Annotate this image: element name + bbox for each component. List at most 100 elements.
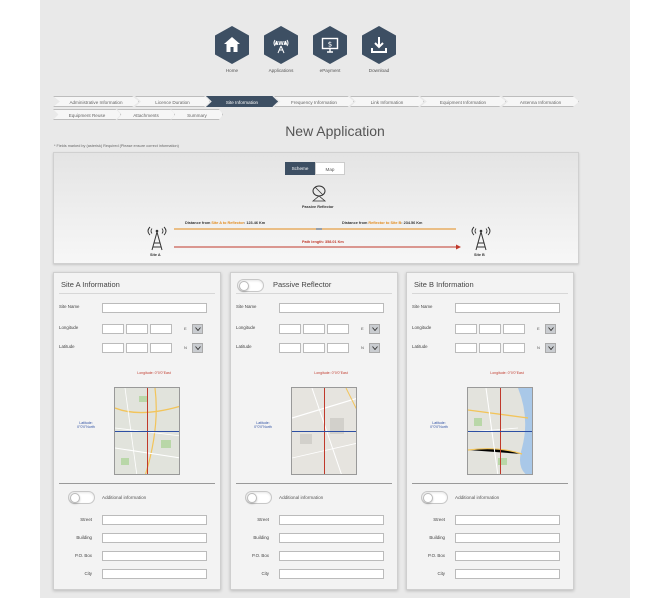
longitude-direction-dropdown[interactable] [369, 324, 380, 334]
chevron-down-icon [371, 327, 378, 331]
longitude-direction-dropdown[interactable] [192, 324, 203, 334]
nav-download-button[interactable] [362, 26, 396, 64]
step-equipment-reuse[interactable]: Equipment Reuse [53, 109, 121, 120]
site-name-input[interactable] [102, 303, 207, 313]
city-input[interactable] [455, 569, 560, 579]
latitude-min-input[interactable] [126, 343, 148, 353]
pobox-input[interactable] [102, 551, 207, 561]
passive-reflector-card: Passive Reflector Site Name Longitude E … [230, 272, 398, 590]
scheme-panel: Scheme Map Passive Reflector Distance fr… [53, 152, 579, 264]
site-map[interactable] [114, 387, 180, 475]
latitude-sec-input[interactable] [327, 343, 349, 353]
latitude-direction-dropdown[interactable] [192, 343, 203, 353]
reflector-toggle[interactable] [237, 279, 264, 292]
building-input[interactable] [279, 533, 384, 543]
longitude-min-input[interactable] [479, 324, 501, 334]
toggle-knob [70, 493, 80, 503]
site-map[interactable] [467, 387, 533, 475]
step-administrative[interactable]: Administrative Information [53, 96, 139, 107]
building-label: Building [253, 535, 269, 540]
site-a-card: Site A Information Site Name Longitude E… [53, 272, 221, 590]
longitude-direction: E [537, 326, 540, 331]
latitude-direction-dropdown[interactable] [369, 343, 380, 353]
map-longitude-readout: Longitude: 0°0'0"East [314, 371, 348, 375]
nav-epayment-button[interactable]: $ [313, 26, 347, 64]
latitude-deg-input[interactable] [455, 343, 477, 353]
map-latitude-readout: Latitude: 0°0'0"North [430, 421, 448, 429]
building-input[interactable] [102, 533, 207, 543]
street-input[interactable] [102, 515, 207, 525]
map-latitude-line [115, 431, 179, 432]
latitude-deg-input[interactable] [102, 343, 124, 353]
step-site-information[interactable]: Site Information [206, 96, 278, 107]
card-divider [236, 293, 392, 294]
step-summary[interactable]: Summary [171, 109, 223, 120]
payment-glyph: $ [328, 41, 332, 49]
nav-home-button[interactable] [215, 26, 249, 64]
card-title: Site B Information [414, 280, 474, 289]
pobox-input[interactable] [455, 551, 560, 561]
additional-info-label: Additional information [102, 495, 147, 500]
site-name-label: Site Name [236, 304, 257, 309]
map-latitude-line [292, 431, 356, 432]
section-divider [412, 483, 568, 484]
step-row-1: Administrative Information Licence Durat… [53, 96, 579, 107]
nav-applications-button[interactable]: AWA [264, 26, 298, 64]
latitude-sec-input[interactable] [150, 343, 172, 353]
toggle-knob [247, 493, 257, 503]
step-link[interactable]: Link Information [350, 96, 424, 107]
longitude-sec-input[interactable] [150, 324, 172, 334]
longitude-deg-input[interactable] [102, 324, 124, 334]
site-name-input[interactable] [455, 303, 560, 313]
latitude-sec-input[interactable] [503, 343, 525, 353]
step-row-2: Equipment Reuse Attachments Summary [53, 109, 579, 120]
building-input[interactable] [455, 533, 560, 543]
longitude-direction: E [361, 326, 364, 331]
additional-info-toggle[interactable] [68, 491, 95, 504]
step-antenna[interactable]: Antenna Information [502, 96, 579, 107]
chevron-down-icon [547, 327, 554, 331]
nav-home-label: Home [225, 68, 239, 73]
latitude-min-input[interactable] [479, 343, 501, 353]
step-attachments[interactable]: Attachments [117, 109, 175, 120]
site-b-label: Site B [474, 253, 485, 257]
additional-info-toggle[interactable] [245, 491, 272, 504]
required-fields-note: * Fields marked by (asterisk) Required (… [54, 144, 179, 148]
pobox-input[interactable] [279, 551, 384, 561]
page-title: New Application [285, 123, 385, 139]
longitude-direction-dropdown[interactable] [545, 324, 556, 334]
step-licence-duration[interactable]: Licence Duration [135, 96, 210, 107]
city-label: City [437, 571, 445, 576]
latitude-direction: N [184, 345, 187, 350]
additional-info-toggle[interactable] [421, 491, 448, 504]
reflector-map[interactable] [291, 387, 357, 475]
map-latitude-line [468, 431, 532, 432]
step-equipment[interactable]: Equipment Information [420, 96, 506, 107]
street-input[interactable] [455, 515, 560, 525]
latitude-min-input[interactable] [303, 343, 325, 353]
site-name-input[interactable] [279, 303, 384, 313]
city-input[interactable] [102, 569, 207, 579]
longitude-sec-input[interactable] [327, 324, 349, 334]
path-length-label: Path length: 358.01 Km [302, 240, 344, 244]
map-latitude-readout: Latitude: 0°0'0"North [77, 421, 95, 429]
latitude-label: Latitude [412, 344, 428, 349]
latitude-direction-dropdown[interactable] [545, 343, 556, 353]
longitude-sec-input[interactable] [503, 324, 525, 334]
chevron-down-icon [194, 346, 201, 350]
path-arrow-icon [456, 244, 461, 250]
antenna-icon: AWA [273, 39, 289, 54]
longitude-min-input[interactable] [303, 324, 325, 334]
latitude-deg-input[interactable] [279, 343, 301, 353]
card-title: Passive Reflector [273, 280, 332, 289]
reflector-label: Passive Reflector [302, 205, 334, 209]
street-input[interactable] [279, 515, 384, 525]
longitude-deg-input[interactable] [279, 324, 301, 334]
city-input[interactable] [279, 569, 384, 579]
longitude-min-input[interactable] [126, 324, 148, 334]
longitude-deg-input[interactable] [455, 324, 477, 334]
chevron-down-icon [194, 327, 201, 331]
step-frequency[interactable]: Frequency Information [274, 96, 354, 107]
section-divider [236, 483, 392, 484]
distance-b-label: Distance from Reflector to Site B: 234.5… [342, 221, 423, 225]
